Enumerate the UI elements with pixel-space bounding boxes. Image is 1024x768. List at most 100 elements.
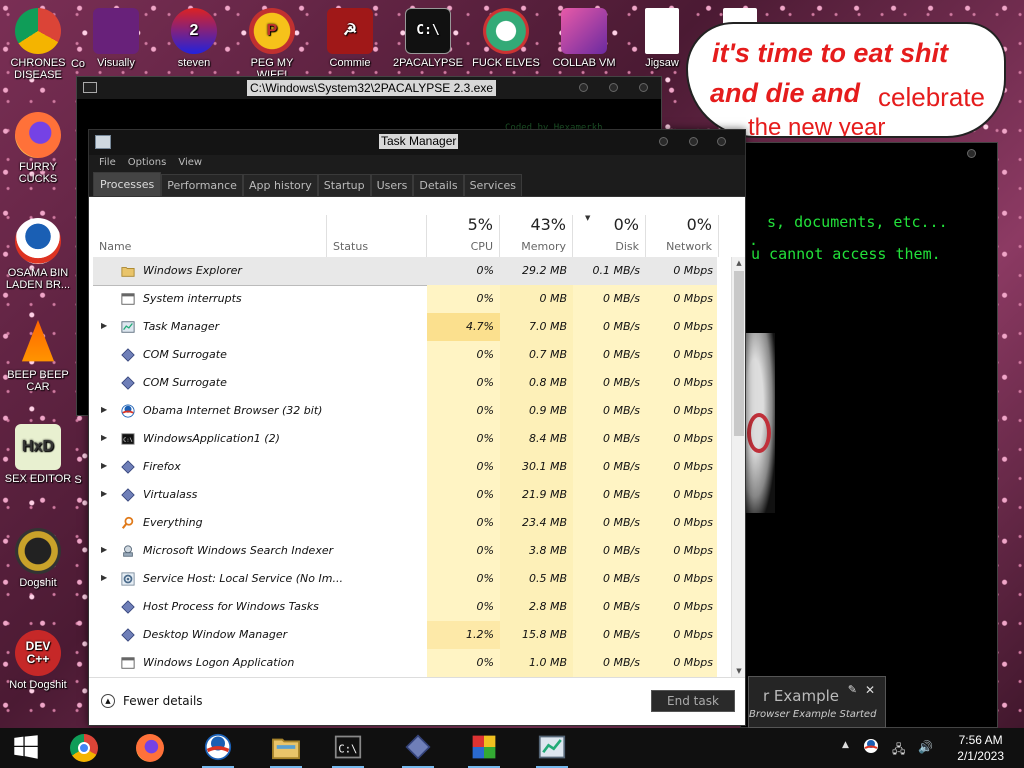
column-memory[interactable]: 43% Memory: [500, 215, 573, 257]
column-name[interactable]: Name: [93, 215, 327, 257]
minimize-button[interactable]: [579, 83, 588, 92]
taskbar-start-windows-button[interactable]: [4, 732, 48, 764]
taskbar-firefox-button[interactable]: [128, 732, 172, 764]
menu-file[interactable]: File: [93, 155, 122, 172]
sort-desc-icon: ▼: [585, 214, 591, 222]
taskbar-diamond-button[interactable]: [396, 732, 440, 768]
column-network[interactable]: 0% Network: [646, 215, 719, 257]
expand-arrow-icon[interactable]: ▶: [101, 405, 107, 414]
process-row[interactable]: Windows Explorer 0% 29.2 MB 0.1 MB/s 0 Mbps: [93, 257, 717, 286]
desktop-icon[interactable]: DEV C++ Not Dogshit: [2, 630, 74, 691]
desktop-icon[interactable]: BEEP BEEP CAR: [2, 320, 74, 393]
taskbar-chrome-button[interactable]: [62, 732, 106, 764]
pin-icon[interactable]: ✎: [848, 683, 857, 696]
desktop-icon[interactable]: FURRY CUCKS: [2, 112, 74, 185]
console-titlebar[interactable]: C:\Windows\System32\2PACALYPSE 2.3.exe: [77, 77, 661, 99]
notification-subtitle: Browser Example Started: [749, 709, 877, 720]
process-row[interactable]: ▶ Obama Internet Browser (32 bit) 0% 0.9 MB…: [93, 397, 717, 425]
desktop-icon[interactable]: P PEG MY WIFE!: [236, 8, 308, 81]
desktop-icon[interactable]: COLLAB VM: [548, 8, 620, 69]
minimize-button[interactable]: [659, 137, 668, 146]
process-row[interactable]: Windows Logon Application 0% 1.0 MB 0 MB/s 0…: [93, 649, 717, 677]
fewer-details-button[interactable]: ▲ Fewer details: [101, 694, 203, 708]
tab-services[interactable]: Services: [463, 174, 522, 196]
task-manager-window[interactable]: Task Manager File Options View Processes…: [88, 129, 746, 726]
tray-overflow-icon[interactable]: ▲: [842, 740, 849, 750]
desktop-icon[interactable]: C:\ 2PACALYPSE: [392, 8, 464, 69]
expand-arrow-icon[interactable]: ▶: [101, 489, 107, 498]
close-button[interactable]: [639, 83, 648, 92]
task-manager-titlebar[interactable]: Task Manager: [89, 130, 745, 155]
taskbar-cmd-button[interactable]: C:\: [326, 732, 370, 768]
process-row[interactable]: ▶ Firefox 0% 30.1 MB 0 MB/s 0 Mbps: [93, 453, 717, 481]
scroll-up-icon[interactable]: ▲: [732, 257, 746, 269]
taskbar-file-explorer-button[interactable]: [264, 732, 308, 768]
process-row[interactable]: System interrupts 0% 0 MB 0 MB/s 0 Mbps: [93, 285, 717, 313]
column-name-label: Name: [99, 240, 132, 253]
tab-users[interactable]: Users: [370, 174, 414, 196]
process-memory: 23.4 MB: [521, 516, 567, 529]
column-memory-label: Memory: [521, 240, 566, 253]
expand-arrow-icon[interactable]: ▶: [101, 545, 107, 554]
process-row[interactable]: ▶ Microsoft Windows Search Indexer 0% 3.8 M…: [93, 537, 717, 565]
desktop-icon[interactable]: FUCK ELVES: [470, 8, 542, 69]
tab-details[interactable]: Details: [413, 174, 464, 196]
process-row[interactable]: Host Process for Windows Tasks 0% 2.8 MB 0 …: [93, 593, 717, 621]
desktop-icon[interactable]: CHRONES DISEASE: [2, 8, 74, 81]
menu-view[interactable]: View: [172, 155, 208, 172]
process-disk-cell: 0 MB/s: [573, 369, 646, 397]
taskbar-obama-logo-button[interactable]: [196, 732, 240, 768]
scroll-thumb[interactable]: [734, 271, 744, 436]
taskbar-control-panel-button[interactable]: [462, 732, 506, 768]
vertical-scrollbar[interactable]: ▲ ▼: [731, 257, 745, 677]
process-memory: 7.0 MB: [528, 320, 567, 333]
maximize-button[interactable]: [609, 83, 618, 92]
process-row[interactable]: ▶ Task Manager 4.7% 7.0 MB 0 MB/s 0 Mbps: [93, 313, 717, 341]
process-row[interactable]: ▶ Service Host: Local Service (No Im... 0%…: [93, 565, 717, 593]
close-button[interactable]: [717, 137, 726, 146]
desktop-icon[interactable]: HxD SEX EDITOR: [2, 424, 74, 485]
process-row[interactable]: Desktop Window Manager 1.2% 15.8 MB 0 MB/s 0…: [93, 621, 717, 649]
desktop-icon-label: Commie: [329, 57, 371, 69]
column-disk[interactable]: ▼ 0% Disk: [573, 214, 646, 257]
end-task-button[interactable]: End task: [651, 690, 735, 712]
maximize-button[interactable]: [689, 137, 698, 146]
tray-obama-icon[interactable]: [863, 738, 879, 757]
volume-icon[interactable]: 🔊: [918, 740, 933, 754]
expand-arrow-icon[interactable]: ▶: [101, 573, 107, 582]
expand-arrow-icon[interactable]: ▶: [101, 461, 107, 470]
process-network-cell: 0 Mbps: [646, 537, 717, 565]
desktop-icon[interactable]: 2 steven: [158, 8, 230, 69]
process-network-cell: 0 Mbps: [646, 565, 717, 593]
console-window-right[interactable]: s, documents, etc... . u cannot access t…: [740, 142, 998, 728]
tab-performance[interactable]: Performance: [161, 174, 243, 196]
tab-processes[interactable]: Processes: [93, 172, 162, 196]
desktop-icon[interactable]: OSAMA BIN LADEN BR...: [2, 218, 74, 291]
scroll-down-icon[interactable]: ▼: [732, 665, 746, 677]
notification-toast[interactable]: r Example Browser Example Started ✎ ✕: [748, 676, 886, 728]
close-button[interactable]: [967, 149, 976, 158]
process-disk: 0 MB/s: [603, 320, 640, 333]
expand-arrow-icon[interactable]: ▶: [101, 433, 107, 442]
menu-options[interactable]: Options: [122, 155, 173, 172]
tab-app-history[interactable]: App history: [242, 174, 318, 196]
desktop-icon[interactable]: Visually: [80, 8, 152, 69]
process-network: 0 Mbps: [673, 600, 713, 613]
console-line-1: s, documents, etc...: [767, 213, 948, 231]
process-row[interactable]: Everything 0% 23.4 MB 0 MB/s 0 Mbps: [93, 509, 717, 537]
desktop-icon[interactable]: ☭ Commie: [314, 8, 386, 69]
process-row[interactable]: COM Surrogate 0% 0.8 MB 0 MB/s 0 Mbps: [93, 369, 717, 397]
process-row[interactable]: ▶ Virtualass 0% 21.9 MB 0 MB/s 0 Mbps: [93, 481, 717, 509]
tab-startup[interactable]: Startup: [317, 174, 371, 196]
process-row[interactable]: ▶ C:\ WindowsApplication1 (2) 0% 8.4 MB 0 MB/…: [93, 425, 717, 453]
column-cpu[interactable]: 5% CPU: [427, 215, 500, 257]
process-network-cell: 0 Mbps: [646, 593, 717, 621]
process-row[interactable]: COM Surrogate 0% 0.7 MB 0 MB/s 0 Mbps: [93, 341, 717, 369]
desktop-icon[interactable]: Dogshit: [2, 528, 74, 589]
network-icon[interactable]: 🖧: [892, 740, 905, 761]
expand-arrow-icon[interactable]: ▶: [101, 321, 107, 330]
close-icon[interactable]: ✕: [865, 683, 875, 697]
taskbar-task-manager-button[interactable]: [530, 732, 574, 768]
clock[interactable]: 7:56 AM 2/1/2023: [957, 732, 1004, 764]
column-status[interactable]: Status: [327, 215, 427, 257]
